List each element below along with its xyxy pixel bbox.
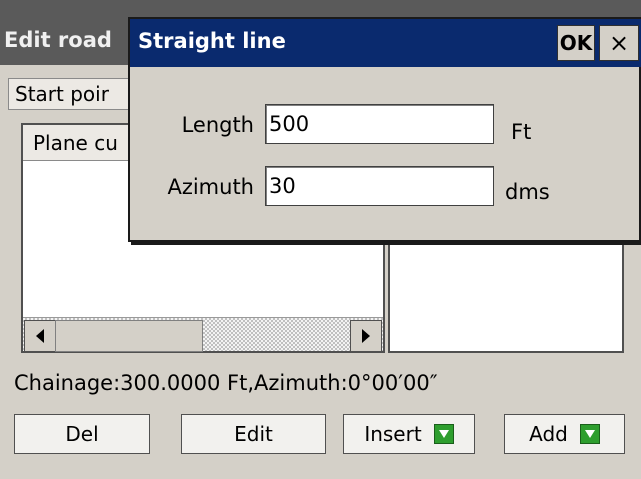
scroll-right-button[interactable] bbox=[350, 320, 382, 352]
edit-road-title: Edit road bbox=[4, 28, 112, 52]
close-icon: × bbox=[608, 29, 630, 57]
azimuth-input[interactable] bbox=[265, 166, 494, 206]
arrow-right-icon bbox=[362, 329, 370, 343]
dialog-title: Straight line bbox=[138, 29, 286, 53]
scroll-thumb[interactable] bbox=[55, 320, 203, 352]
green-down-arrow-icon bbox=[433, 424, 454, 444]
ok-button[interactable]: OK bbox=[557, 25, 595, 61]
azimuth-unit: dms bbox=[505, 180, 550, 204]
edit-button[interactable]: Edit bbox=[181, 414, 326, 454]
length-label: Length bbox=[181, 113, 254, 137]
start-point-button[interactable]: Start poir bbox=[8, 78, 148, 110]
length-input[interactable] bbox=[265, 104, 494, 144]
length-unit: Ft bbox=[511, 120, 532, 144]
green-down-arrow-icon bbox=[579, 424, 600, 444]
insert-button[interactable]: Insert bbox=[343, 414, 475, 454]
del-button-label: Del bbox=[65, 422, 99, 446]
add-button-label: Add bbox=[529, 422, 568, 446]
close-button[interactable]: × bbox=[599, 25, 639, 61]
add-button[interactable]: Add bbox=[504, 414, 625, 454]
insert-button-label: Insert bbox=[364, 422, 422, 446]
del-button[interactable]: Del bbox=[14, 414, 150, 454]
edit-button-label: Edit bbox=[234, 422, 273, 446]
scroll-left-button[interactable] bbox=[24, 320, 56, 352]
arrow-left-icon bbox=[36, 329, 44, 343]
detail-list[interactable] bbox=[388, 230, 624, 353]
chainage-status: Chainage:300.0000 Ft,Azimuth:0°00′00″ bbox=[14, 371, 438, 395]
azimuth-label: Azimuth bbox=[167, 175, 254, 199]
horizontal-scrollbar[interactable] bbox=[23, 317, 383, 352]
